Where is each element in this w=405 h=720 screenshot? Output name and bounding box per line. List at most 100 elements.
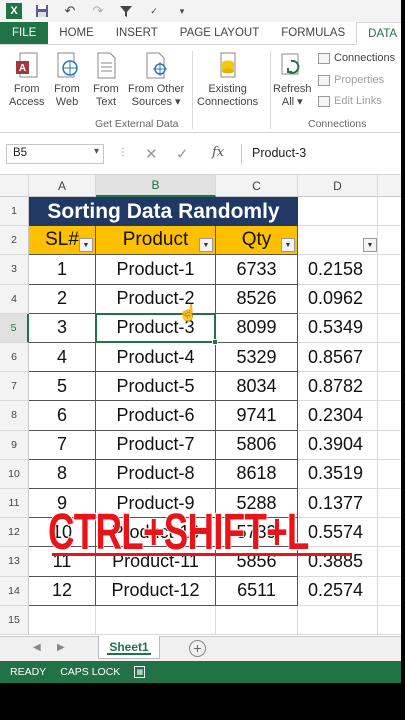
properties-button[interactable]: Properties bbox=[318, 74, 384, 86]
table-cell[interactable]: 0.2304 bbox=[298, 401, 378, 431]
save-icon[interactable] bbox=[34, 3, 50, 19]
column-header-d[interactable]: D bbox=[298, 175, 378, 197]
table-cell[interactable]: 6733 bbox=[216, 255, 298, 285]
filter-dropdown-icon[interactable]: ▼ bbox=[281, 238, 295, 253]
refresh-all-button[interactable]: Refresh All ▾ bbox=[273, 51, 312, 109]
table-cell[interactable]: 1 bbox=[29, 255, 96, 285]
tab-data[interactable]: DATA bbox=[356, 22, 405, 45]
cell[interactable] bbox=[96, 605, 216, 635]
edit-links-button[interactable]: Edit Links bbox=[318, 95, 382, 107]
table-cell[interactable]: Product-7 bbox=[96, 430, 216, 460]
insert-function-icon[interactable]: fx bbox=[212, 145, 224, 160]
table-cell[interactable]: Product-12 bbox=[96, 576, 216, 606]
table-cell[interactable]: Product-1 bbox=[96, 255, 216, 285]
from-web-button[interactable]: From Web bbox=[54, 51, 80, 109]
table-cell[interactable]: 8034 bbox=[216, 372, 298, 402]
table-cell[interactable]: 0.2158 bbox=[298, 255, 378, 285]
tab-insert[interactable]: INSERT bbox=[105, 22, 169, 44]
table-cell[interactable]: Product-2 bbox=[96, 284, 216, 314]
cell[interactable] bbox=[298, 605, 378, 635]
table-cell[interactable]: Product-4 bbox=[96, 343, 216, 373]
column-header-b[interactable]: B bbox=[96, 175, 216, 197]
table-cell[interactable]: 0.8782 bbox=[298, 372, 378, 402]
table-cell[interactable]: 0.0962 bbox=[298, 284, 378, 314]
table-cell[interactable]: 0.5349 bbox=[298, 313, 378, 343]
formula-bar-grip-icon[interactable]: ⋮ bbox=[118, 147, 128, 158]
tab-home[interactable]: HOME bbox=[48, 22, 105, 44]
filter-dropdown-icon[interactable]: ▼ bbox=[79, 238, 93, 253]
table-cell[interactable]: 6511 bbox=[216, 576, 298, 606]
add-sheet-icon[interactable]: + bbox=[189, 640, 206, 657]
connections-button[interactable]: Connections bbox=[318, 52, 395, 64]
cell[interactable] bbox=[29, 605, 96, 635]
chevron-down-icon[interactable]: ▾ bbox=[94, 146, 99, 157]
table-cell[interactable]: 8618 bbox=[216, 459, 298, 489]
sheet-tab[interactable]: Sheet1 bbox=[98, 636, 160, 659]
table-cell[interactable]: 0.2574 bbox=[298, 576, 378, 606]
table-cell[interactable]: 6 bbox=[29, 401, 96, 431]
table-cell[interactable]: 0.5574 bbox=[298, 518, 378, 548]
tab-formulas[interactable]: FORMULAS bbox=[270, 22, 356, 44]
tab-file[interactable]: FILE bbox=[0, 22, 49, 44]
filter-icon[interactable] bbox=[118, 3, 134, 19]
table-cell[interactable]: Product-5 bbox=[96, 372, 216, 402]
row-header-13[interactable]: 13 bbox=[0, 547, 29, 577]
row-header-12[interactable]: 12 bbox=[0, 518, 29, 548]
cancel-icon[interactable]: ✕ bbox=[145, 145, 158, 163]
column-header-a[interactable]: A bbox=[29, 175, 96, 197]
spelling-icon[interactable]: ✓ bbox=[146, 3, 162, 19]
title-cell[interactable]: Sorting Data Randomly bbox=[29, 197, 298, 227]
name-box[interactable]: B5 ▾ bbox=[6, 144, 104, 164]
table-cell[interactable]: 0.8567 bbox=[298, 343, 378, 373]
prev-sheet-icon[interactable]: ◀ bbox=[33, 642, 41, 653]
table-cell[interactable]: 0.3885 bbox=[298, 547, 378, 577]
table-cell[interactable]: 12 bbox=[29, 576, 96, 606]
row-header-7[interactable]: 7 bbox=[0, 372, 29, 402]
table-cell[interactable]: 0.3904 bbox=[298, 430, 378, 460]
row-header-1[interactable]: 1 bbox=[0, 197, 29, 227]
table-cell[interactable]: 8 bbox=[29, 459, 96, 489]
formula-input[interactable]: Product-3 bbox=[241, 144, 405, 164]
table-cell[interactable]: 7 bbox=[29, 430, 96, 460]
macro-recording-icon[interactable]: ▦ bbox=[134, 666, 146, 678]
table-cell[interactable]: 4 bbox=[29, 343, 96, 373]
header-cell-product[interactable]: Product ▼ bbox=[96, 226, 216, 256]
row-header-4[interactable]: 4 bbox=[0, 284, 29, 314]
table-cell[interactable]: 0.3519 bbox=[298, 459, 378, 489]
table-cell[interactable]: 5806 bbox=[216, 430, 298, 460]
row-header-9[interactable]: 9 bbox=[0, 430, 29, 460]
table-cell[interactable]: 5329 bbox=[216, 343, 298, 373]
table-cell[interactable]: 3 bbox=[29, 313, 96, 343]
existing-connections-button[interactable]: Existing Connections bbox=[197, 51, 258, 109]
customize-icon[interactable]: ▾ bbox=[174, 3, 190, 19]
table-cell[interactable]: 5 bbox=[29, 372, 96, 402]
table-cell[interactable]: Product-3 bbox=[96, 313, 216, 343]
table-cell[interactable]: 8526 bbox=[216, 284, 298, 314]
cell[interactable] bbox=[298, 197, 378, 227]
row-header-3[interactable]: 3 bbox=[0, 255, 29, 285]
enter-icon[interactable]: ✓ bbox=[176, 145, 189, 163]
cell[interactable] bbox=[216, 605, 298, 635]
column-header-c[interactable]: C bbox=[216, 175, 298, 197]
from-other-sources-button[interactable]: From Other Sources ▾ bbox=[128, 51, 184, 109]
next-sheet-icon[interactable]: ▶ bbox=[57, 642, 65, 653]
row-header-14[interactable]: 14 bbox=[0, 576, 29, 606]
tab-page-layout[interactable]: PAGE LAYOUT bbox=[169, 22, 270, 44]
filter-dropdown-icon[interactable]: ▼ bbox=[199, 238, 213, 253]
row-header-5[interactable]: 5 bbox=[0, 313, 29, 343]
row-header-11[interactable]: 11 bbox=[0, 489, 29, 519]
row-header-15[interactable]: 15 bbox=[0, 605, 29, 635]
from-text-button[interactable]: From Text bbox=[93, 51, 119, 109]
from-access-button[interactable]: A From Access bbox=[9, 51, 44, 109]
spreadsheet-grid[interactable]: ABCD12345678910111213141516Sorting Data … bbox=[0, 175, 405, 635]
filter-dropdown-icon[interactable]: ▼ bbox=[363, 238, 377, 253]
header-cell-qty[interactable]: Qty ▼ bbox=[216, 226, 298, 256]
table-cell[interactable]: Product-6 bbox=[96, 401, 216, 431]
undo-icon[interactable]: ↶ bbox=[62, 3, 78, 19]
header-cell-sl[interactable]: SL# ▼ bbox=[29, 226, 96, 256]
row-header-6[interactable]: 6 bbox=[0, 343, 29, 373]
row-header-8[interactable]: 8 bbox=[0, 401, 29, 431]
row-header-2[interactable]: 2 bbox=[0, 226, 29, 256]
redo-icon[interactable]: ↷ bbox=[90, 3, 106, 19]
table-cell[interactable]: 0.1377 bbox=[298, 489, 378, 519]
